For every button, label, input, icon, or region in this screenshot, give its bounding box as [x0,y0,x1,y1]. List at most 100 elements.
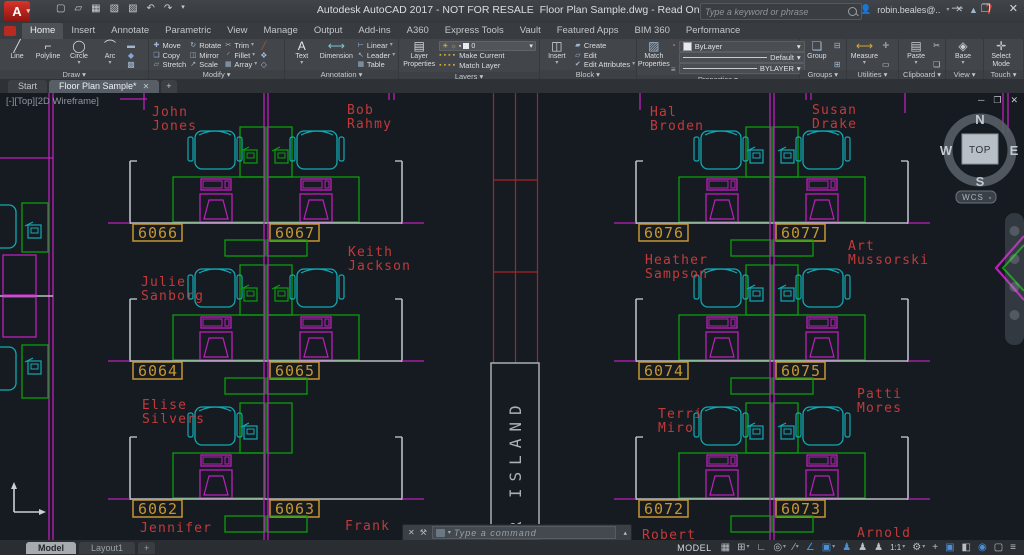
panel-block-label[interactable]: Block ▾ [540,70,636,79]
annotation-visibility-icon[interactable]: ♟ [842,540,851,555]
base-button[interactable]: ◈Base▾ [949,40,977,70]
insert-button[interactable]: ◫Insert▾ [543,40,571,70]
command-input[interactable]: ▾ Type a command [432,526,617,539]
ortho-icon[interactable]: ∟ [757,540,767,555]
workspace-icon[interactable]: ⚙▾ [912,540,925,555]
ribbon-tab-performance[interactable]: Performance [678,23,748,39]
boundary-icon[interactable]: ▩ [127,60,135,69]
model-space-button[interactable]: MODEL [677,543,712,553]
object-color-select[interactable]: ByLayer▾ [679,41,805,52]
ribbon-tab-a360[interactable]: A360 [399,23,437,39]
edit-attributes-button[interactable]: ✔Edit Attributes▾ [574,60,635,69]
saveas-icon[interactable]: ▧ [110,3,119,14]
new-drawing-tab-button[interactable]: + [161,80,176,93]
make-current-button[interactable]: ▪▪▪▪Make Current [439,51,536,61]
match-layer-button[interactable]: ▪▪▪▪Match Layer [439,61,536,71]
gradient-icon[interactable]: ◆ [127,51,135,60]
viewport-view-control[interactable]: [Top] [14,96,35,107]
clean-screen-icon[interactable]: ▢ [994,540,1003,555]
group-button[interactable]: ❏Group [803,40,831,70]
linetype-select[interactable]: BYLAYER▾ [679,63,805,74]
ribbon-tab-add-ins[interactable]: Add-ins [350,23,398,39]
cut-icon[interactable]: ✂ [933,41,940,50]
polar-tracking-icon[interactable]: ◎▾ [773,540,786,555]
isodraft-icon[interactable]: ∕▾ [793,540,799,555]
grid-icon[interactable]: ▦ [721,540,730,555]
ribbon-tab-parametric[interactable]: Parametric [157,23,219,39]
viewcube-north[interactable]: N [975,112,984,127]
osnap-tracking-icon[interactable]: ∠ [806,540,815,555]
ribbon-tab-view[interactable]: View [219,23,255,39]
file-tab-close-icon[interactable]: ✕ [143,80,150,93]
panel-draw-label[interactable]: Draw ▾ [0,70,148,79]
annotation-autoscale-icon[interactable]: ♟ [858,540,867,555]
viewport-close-icon[interactable]: ✕ [1010,95,1018,106]
ribbon-tab-insert[interactable]: Insert [63,23,103,39]
panel-clipboard-label[interactable]: Clipboard ▾ [899,70,945,79]
qat-dropdown-icon[interactable]: ▾ [181,3,185,14]
annotation-scale-icon[interactable]: ♟ [874,540,883,555]
undo-icon[interactable]: ↶ [147,3,155,14]
hardware-accel-icon[interactable]: ◉ [978,540,987,555]
mirror-button[interactable]: ◫Mirror [189,51,221,60]
copy-clip-icon[interactable]: ❏ [933,60,940,69]
layout-tab-layout1[interactable]: Layout1 [79,542,135,554]
file-tab-start[interactable]: Start [8,80,47,93]
quick-calc-icon[interactable]: ✛ [882,41,890,50]
erase-icon[interactable]: ╱ [260,41,267,50]
help-search-input[interactable]: Type a keyword or phrase [700,3,862,20]
viewport-minimize-icon[interactable]: ─ [978,95,984,106]
lineweight-select[interactable]: Default▾ [679,52,805,63]
drawing-canvas[interactable]: 6066606760646065606260636076607760746075… [0,93,1024,540]
dimension-button[interactable]: ⟷Dimension [319,40,354,70]
arc-button[interactable]: ⌒Arc▾ [96,40,124,70]
username[interactable]: robin.beales@.. [877,5,940,15]
command-expand-icon[interactable]: ▴ [619,529,631,537]
table-button[interactable]: ▦Table [357,60,395,69]
select-mode-button[interactable]: ✛Select Mode [987,40,1015,70]
paste-button[interactable]: ▤Paste▾ [902,40,930,70]
command-line[interactable]: ✕ ⚒ ▾ Type a command ▴ [402,524,632,541]
explode-icon[interactable]: ❖ [260,51,267,60]
edit-button[interactable]: ▱Edit [574,51,635,60]
app-logo[interactable]: A▾ [4,1,30,22]
ribbon-tab-manage[interactable]: Manage [256,23,306,39]
open-icon[interactable]: ▱ [74,3,82,14]
layer-dropdown[interactable]: ☀☼▪0▾ [439,41,536,51]
create-button[interactable]: ▰Create [574,41,635,50]
panel-annotation-label[interactable]: Annotation ▾ [285,70,398,79]
new-layout-button[interactable]: + [138,542,155,554]
viewcube-south[interactable]: S [976,174,985,189]
viewport-restore-icon[interactable]: ❐ [993,95,1001,106]
color-wheel-icon[interactable]: ◔ [671,41,676,50]
stretch-button[interactable]: ▱Stretch [152,60,186,69]
trim-button[interactable]: ✂Trim▾ [224,41,257,50]
viewcube[interactable]: NSWETOPWCS▾ [940,112,1019,203]
group-edit-icon[interactable]: ⊞ [834,60,841,69]
file-tab-document[interactable]: Floor Plan Sample* ✕ [49,80,159,93]
match-properties-button[interactable]: ▨Match Properties [640,40,668,75]
customize-icon[interactable]: ≡ [1010,540,1016,555]
hatch-icon[interactable]: ▬ [127,41,135,50]
ribbon-tab-home[interactable]: Home [22,23,63,39]
array-button[interactable]: ▦Array▾ [224,60,257,69]
ribbon-tab-bim-360[interactable]: BIM 360 [627,23,678,39]
osnap-icon[interactable]: ▣▾ [822,540,835,555]
scale-value[interactable]: 1:1▾ [890,540,905,555]
annotation-monitor-icon[interactable]: + [932,540,938,555]
scale-button[interactable]: ↗Scale [189,60,221,69]
fillet-button[interactable]: ◜Fillet▾ [224,51,257,60]
command-recent-icon[interactable] [436,529,445,537]
new-icon[interactable]: ▢ [56,3,65,14]
id-point-icon[interactable]: ▭ [882,60,890,69]
ribbon-tab-annotate[interactable]: Annotate [103,23,157,39]
ribbon-tab-express-tools[interactable]: Express Tools [437,23,512,39]
panel-utilities-label[interactable]: Utilities ▾ [847,70,898,79]
viewcube-west[interactable]: W [940,143,953,158]
plot-icon[interactable]: ▨ [128,3,137,14]
layer-properties-button[interactable]: ▤Layer Properties [402,40,436,72]
command-dropdown-icon[interactable]: ▾ [448,529,451,536]
app-menu-icon[interactable] [4,26,16,36]
leader-button[interactable]: ↖Leader▾ [357,51,395,60]
command-customize-icon[interactable]: ⚒ [420,528,427,537]
